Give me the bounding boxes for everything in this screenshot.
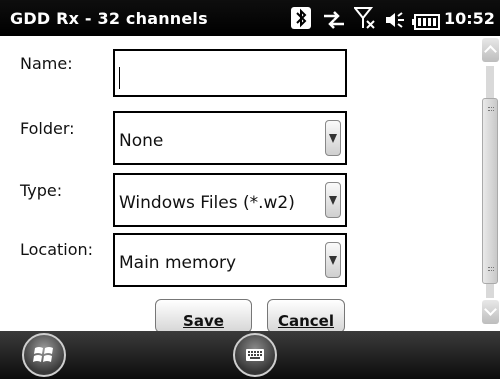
- chevron-down-icon[interactable]: [325, 182, 341, 218]
- chevron-down-icon[interactable]: [325, 242, 341, 278]
- form-content: Name: Folder: None Type: Windows Files (…: [0, 36, 480, 331]
- windows-start-icon: [33, 347, 53, 362]
- keyboard-icon: [246, 349, 264, 361]
- type-label: Type:: [20, 181, 63, 200]
- type-dropdown[interactable]: Windows Files (*.w2): [113, 173, 347, 227]
- location-value: Main memory: [119, 253, 237, 273]
- folder-label: Folder:: [20, 119, 75, 138]
- volume-icon[interactable]: [384, 8, 406, 32]
- location-label: Location:: [20, 240, 94, 259]
- folder-value: None: [119, 131, 164, 151]
- bluetooth-icon[interactable]: [291, 7, 311, 29]
- no-signal-icon[interactable]: [354, 6, 376, 30]
- name-label: Name:: [20, 54, 73, 73]
- location-dropdown[interactable]: Main memory: [113, 233, 347, 287]
- folder-dropdown[interactable]: None: [113, 111, 347, 165]
- clock[interactable]: 10:52: [444, 9, 495, 28]
- scroll-down-icon[interactable]: [482, 300, 499, 324]
- chevron-down-icon[interactable]: [325, 120, 341, 156]
- scroll-up-icon[interactable]: [482, 38, 499, 62]
- save-button[interactable]: Save: [155, 299, 252, 331]
- vertical-scrollbar[interactable]: [480, 36, 500, 331]
- battery-icon[interactable]: [412, 10, 440, 34]
- sync-icon[interactable]: [322, 8, 346, 32]
- scroll-thumb[interactable]: [482, 98, 498, 284]
- window-title: GDD Rx - 32 channels: [10, 9, 208, 28]
- name-input[interactable]: [113, 49, 347, 97]
- keyboard-button[interactable]: [233, 333, 277, 377]
- text-caret: [119, 67, 120, 89]
- type-value: Windows Files (*.w2): [119, 193, 295, 213]
- grip-icon: [488, 267, 494, 271]
- title-bar: GDD Rx - 32 channels 10:52: [0, 0, 500, 36]
- grip-icon: [488, 107, 494, 111]
- windows-start-button[interactable]: [22, 333, 66, 377]
- cancel-button[interactable]: Cancel: [267, 299, 345, 331]
- taskbar: [0, 331, 500, 379]
